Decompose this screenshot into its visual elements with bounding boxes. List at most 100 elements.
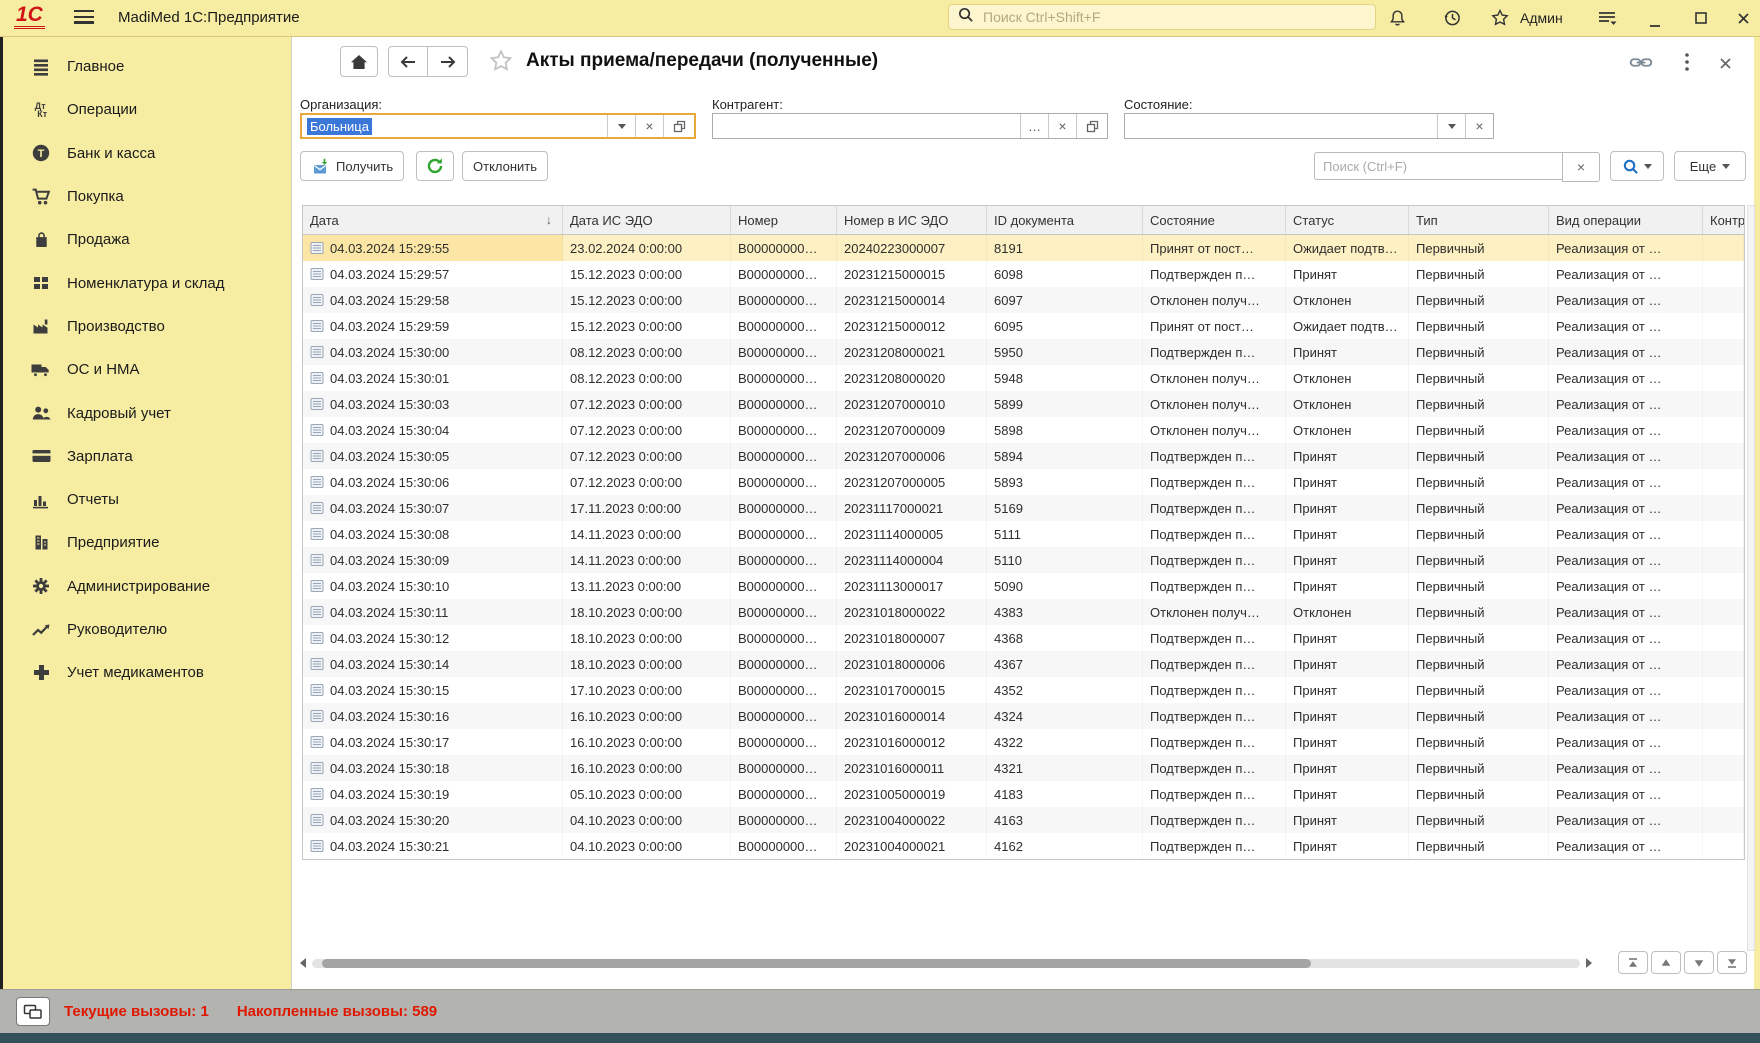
receive-button[interactable]: Получить (300, 151, 404, 181)
cell-type[interactable]: Первичный (1409, 235, 1549, 261)
cell-date-is-edo[interactable]: 16.10.2023 0:00:00 (563, 755, 731, 781)
refresh-button[interactable] (416, 151, 454, 181)
cell-state[interactable]: Подтвержден п… (1143, 521, 1286, 547)
cell-date[interactable]: 04.03.2024 15:29:57 (303, 261, 563, 287)
cell-type[interactable]: Первичный (1409, 651, 1549, 677)
cell-date[interactable]: 04.03.2024 15:30:10 (303, 573, 563, 599)
cell-contragent[interactable] (1703, 703, 1744, 729)
cell-state[interactable]: Подтвержден п… (1143, 677, 1286, 703)
cell-contragent[interactable] (1703, 651, 1744, 677)
cell-type[interactable]: Первичный (1409, 495, 1549, 521)
cell-doc-id[interactable]: 4162 (987, 833, 1143, 859)
cell-number-is-edo[interactable]: 20231114000005 (837, 521, 987, 547)
cell-state[interactable]: Подтвержден п… (1143, 443, 1286, 469)
table-row[interactable]: 04.03.2024 15:30:1905.10.2023 0:00:00В00… (303, 781, 1744, 807)
global-search-input[interactable] (981, 8, 1367, 26)
cell-number-is-edo[interactable]: 20231018000007 (837, 625, 987, 651)
cell-operation[interactable]: Реализация от … (1549, 391, 1703, 417)
cell-state[interactable]: Принят от пост… (1143, 313, 1286, 339)
cell-date-is-edo[interactable]: 23.02.2024 0:00:00 (563, 235, 731, 261)
cell-number[interactable]: В00000000… (731, 547, 837, 573)
cell-date-is-edo[interactable]: 15.12.2023 0:00:00 (563, 261, 731, 287)
cell-type[interactable]: Первичный (1409, 807, 1549, 833)
cell-date[interactable]: 04.03.2024 15:29:58 (303, 287, 563, 313)
cell-status[interactable]: Принят (1286, 781, 1409, 807)
get-link-icon[interactable] (1629, 56, 1653, 74)
cell-operation[interactable]: Реализация от … (1549, 833, 1703, 859)
cell-operation[interactable]: Реализация от … (1549, 677, 1703, 703)
cell-state[interactable]: Подтвержден п… (1143, 495, 1286, 521)
cell-operation[interactable]: Реализация от … (1549, 807, 1703, 833)
cell-number-is-edo[interactable]: 20231004000021 (837, 833, 987, 859)
cell-date[interactable]: 04.03.2024 15:30:04 (303, 417, 563, 443)
cell-date-is-edo[interactable]: 14.11.2023 0:00:00 (563, 521, 731, 547)
cell-type[interactable]: Первичный (1409, 443, 1549, 469)
sidebar-item-administrirovanie[interactable]: Администрирование (3, 565, 290, 608)
cell-doc-id[interactable]: 4367 (987, 651, 1143, 677)
cell-contragent[interactable] (1703, 313, 1744, 339)
cell-number[interactable]: В00000000… (731, 313, 837, 339)
cell-doc-id[interactable]: 5110 (987, 547, 1143, 573)
maximize-button[interactable] (1694, 8, 1708, 28)
cell-contragent[interactable] (1703, 417, 1744, 443)
cell-date-is-edo[interactable]: 05.10.2023 0:00:00 (563, 781, 731, 807)
cell-doc-id[interactable]: 4324 (987, 703, 1143, 729)
cell-number-is-edo[interactable]: 20231117000021 (837, 495, 987, 521)
cell-status[interactable]: Принят (1286, 807, 1409, 833)
sidebar-item-nomenklatura[interactable]: Номенклатура и склад (3, 261, 290, 304)
back-button[interactable] (388, 46, 428, 77)
cell-contragent[interactable] (1703, 365, 1744, 391)
cell-number-is-edo[interactable]: 20231113000017 (837, 573, 987, 599)
cell-doc-id[interactable]: 6098 (987, 261, 1143, 287)
performance-windows-icon[interactable] (16, 997, 50, 1026)
go-to-first-row-button[interactable] (1618, 951, 1648, 974)
sidebar-item-pokupka[interactable]: Покупка (3, 175, 290, 218)
cell-type[interactable]: Первичный (1409, 521, 1549, 547)
table-row[interactable]: 04.03.2024 15:30:1716.10.2023 0:00:00В00… (303, 729, 1744, 755)
cell-date-is-edo[interactable]: 07.12.2023 0:00:00 (563, 417, 731, 443)
contragent-open-button[interactable] (1076, 114, 1107, 138)
cell-doc-id[interactable]: 5169 (987, 495, 1143, 521)
cell-contragent[interactable] (1703, 495, 1744, 521)
cell-number[interactable]: В00000000… (731, 677, 837, 703)
cell-doc-id[interactable]: 5948 (987, 365, 1143, 391)
cell-date-is-edo[interactable]: 15.12.2023 0:00:00 (563, 313, 731, 339)
cell-date[interactable]: 04.03.2024 15:30:05 (303, 443, 563, 469)
cell-date-is-edo[interactable]: 07.12.2023 0:00:00 (563, 391, 731, 417)
cell-operation[interactable]: Реализация от … (1549, 235, 1703, 261)
cell-status[interactable]: Принят (1286, 833, 1409, 859)
col-header-vid-operacii[interactable]: Вид операции (1549, 206, 1703, 234)
cell-status[interactable]: Отклонен (1286, 599, 1409, 625)
cell-number-is-edo[interactable]: 20240223000007 (837, 235, 987, 261)
sidebar-item-zarplata[interactable]: Зарплата (3, 435, 290, 478)
cell-state[interactable]: Подтвержден п… (1143, 703, 1286, 729)
kebab-menu-icon[interactable] (1684, 52, 1690, 78)
state-clear-button[interactable]: × (1465, 114, 1493, 138)
cell-number[interactable]: В00000000… (731, 391, 837, 417)
cell-status[interactable]: Принят (1286, 521, 1409, 547)
cell-number[interactable]: В00000000… (731, 703, 837, 729)
cell-contragent[interactable] (1703, 729, 1744, 755)
table-row[interactable]: 04.03.2024 15:30:0507.12.2023 0:00:00В00… (303, 443, 1744, 469)
cell-contragent[interactable] (1703, 625, 1744, 651)
sidebar-item-rukovoditelyu[interactable]: Руководителю (3, 608, 290, 651)
close-window-button[interactable] (1736, 8, 1751, 28)
cell-date-is-edo[interactable]: 08.12.2023 0:00:00 (563, 365, 731, 391)
cell-date[interactable]: 04.03.2024 15:30:15 (303, 677, 563, 703)
cell-doc-id[interactable]: 5090 (987, 573, 1143, 599)
scroll-left-arrow[interactable] (300, 958, 306, 968)
cell-operation[interactable]: Реализация от … (1549, 625, 1703, 651)
cell-status[interactable]: Ожидает подтв… (1286, 235, 1409, 261)
cell-contragent[interactable] (1703, 391, 1744, 417)
cell-state[interactable]: Отклонен получ… (1143, 287, 1286, 313)
cell-number-is-edo[interactable]: 20231208000021 (837, 339, 987, 365)
cell-number[interactable]: В00000000… (731, 729, 837, 755)
cell-contragent[interactable] (1703, 235, 1744, 261)
cell-doc-id[interactable]: 4322 (987, 729, 1143, 755)
cell-status[interactable]: Принят (1286, 677, 1409, 703)
cell-date[interactable]: 04.03.2024 15:30:09 (303, 547, 563, 573)
scrollbar-thumb[interactable] (322, 959, 1311, 968)
cell-status[interactable]: Принят (1286, 625, 1409, 651)
table-row[interactable]: 04.03.2024 15:30:0108.12.2023 0:00:00В00… (303, 365, 1744, 391)
cell-operation[interactable]: Реализация от … (1549, 443, 1703, 469)
